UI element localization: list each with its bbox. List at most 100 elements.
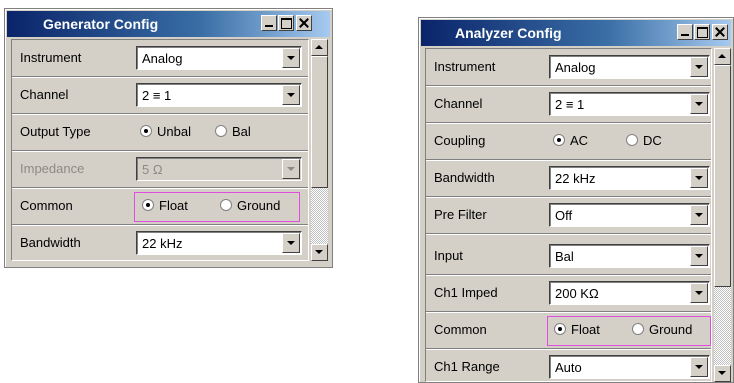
gen-row-bandwidth: Bandwidth 22 kHz xyxy=(12,225,308,260)
ana-bandwidth-select[interactable]: 22 kHz xyxy=(549,166,710,190)
ana-row-input: Input Bal xyxy=(426,238,711,275)
gen-instrument-value: Analog xyxy=(142,51,183,66)
radio-button-icon xyxy=(553,134,565,146)
gen-bandwidth-select[interactable]: 22 kHz xyxy=(136,231,302,255)
radio-button-icon xyxy=(142,199,154,211)
close-icon[interactable] xyxy=(296,15,312,31)
gen-impedance-value: 5 Ω xyxy=(142,162,163,177)
radio-button-icon xyxy=(554,323,566,335)
analyzer-title: Analyzer Config xyxy=(455,25,562,41)
ana-ch1-range-value: Auto xyxy=(555,360,582,375)
gen-impedance-label: Impedance xyxy=(20,161,85,176)
ana-channel-select[interactable]: 2 ≡ 1 xyxy=(549,92,710,116)
gen-bandwidth-label: Bandwidth xyxy=(20,235,81,250)
analyzer-config-window: Analyzer Config Instrument Analog Channe… xyxy=(418,17,734,383)
ana-row-ch1-imped: Ch1 Imped 200 KΩ xyxy=(426,275,711,312)
maximize-icon[interactable] xyxy=(694,24,710,40)
gen-channel-value: 2 ≡ 1 xyxy=(142,88,172,103)
ana-pre-filter-select[interactable]: Off xyxy=(549,203,710,227)
ana-ch1-imped-value: 200 KΩ xyxy=(555,286,599,301)
gen-scroll-thumb[interactable] xyxy=(311,56,328,188)
dropdown-arrow-icon[interactable] xyxy=(690,246,708,266)
generator-config-window: Generator Config Instrument Analog Chann… xyxy=(4,8,333,268)
ana-common-ground-radio[interactable]: Ground xyxy=(632,322,692,337)
dropdown-arrow-icon[interactable] xyxy=(690,205,708,225)
ana-row-channel: Channel 2 ≡ 1 xyxy=(426,86,711,123)
dropdown-arrow-icon[interactable] xyxy=(690,357,708,377)
scroll-up-icon[interactable] xyxy=(311,39,328,56)
ana-coupling-dc-label: DC xyxy=(643,133,662,148)
dropdown-arrow-icon[interactable] xyxy=(690,57,708,77)
scroll-down-icon[interactable] xyxy=(714,365,731,382)
ana-channel-label: Channel xyxy=(434,96,483,111)
ana-row-instrument: Instrument Analog xyxy=(426,49,711,86)
dropdown-arrow-icon[interactable] xyxy=(690,168,708,188)
ana-scroll-track[interactable] xyxy=(714,287,731,365)
radio-button-icon xyxy=(220,199,232,211)
maximize-icon[interactable] xyxy=(278,15,294,31)
ana-ch1-imped-label: Ch1 Imped xyxy=(434,285,498,300)
ana-scrollbar[interactable] xyxy=(714,48,731,382)
ana-pre-filter-value: Off xyxy=(555,208,573,223)
gen-common-ground-label: Ground xyxy=(237,198,281,213)
radio-button-icon xyxy=(140,125,152,137)
gen-impedance-select: 5 Ω xyxy=(136,157,302,181)
gen-channel-select[interactable]: 2 ≡ 1 xyxy=(136,83,302,107)
ana-pre-filter-label: Pre Filter xyxy=(434,207,487,222)
ana-common-ground-label: Ground xyxy=(649,322,693,337)
generator-panel: Instrument Analog Channel 2 ≡ 1 Output T… xyxy=(11,39,309,261)
ana-input-value: Bal xyxy=(555,249,574,264)
dropdown-arrow-icon[interactable] xyxy=(690,94,708,114)
gen-instrument-select[interactable]: Analog xyxy=(136,46,302,70)
ana-coupling-ac-radio[interactable]: AC xyxy=(553,133,588,148)
dropdown-arrow-icon xyxy=(282,159,300,179)
gen-row-impedance: Impedance 5 Ω xyxy=(12,151,308,188)
generator-title-bar[interactable]: Generator Config xyxy=(7,11,330,37)
radio-button-icon xyxy=(626,134,638,146)
ana-scroll-thumb[interactable] xyxy=(714,65,731,287)
close-icon[interactable] xyxy=(712,24,728,40)
ana-bandwidth-value: 22 kHz xyxy=(555,171,596,186)
scroll-down-icon[interactable] xyxy=(311,244,328,261)
ana-instrument-select[interactable]: Analog xyxy=(549,55,710,79)
minimize-icon[interactable] xyxy=(261,15,277,31)
ana-instrument-value: Analog xyxy=(555,60,596,75)
gen-row-output-type: Output Type Unbal Bal xyxy=(12,114,308,151)
gen-row-instrument: Instrument Analog xyxy=(12,40,308,77)
gen-channel-label: Channel xyxy=(20,87,69,102)
gen-row-channel: Channel 2 ≡ 1 xyxy=(12,77,308,114)
ana-coupling-ac-label: AC xyxy=(570,133,589,148)
gen-row-common: Common Float Ground xyxy=(12,188,308,225)
radio-button-icon xyxy=(632,323,644,335)
ana-instrument-label: Instrument xyxy=(434,59,496,74)
minimize-icon[interactable] xyxy=(677,24,693,40)
gen-output-type-label: Output Type xyxy=(20,124,91,139)
ana-common-float-radio[interactable]: Float xyxy=(554,322,600,337)
ana-ch1-range-select[interactable]: Auto xyxy=(549,355,710,379)
dropdown-arrow-icon[interactable] xyxy=(282,48,300,68)
ana-row-bandwidth: Bandwidth 22 kHz xyxy=(426,160,711,197)
gen-common-label: Common xyxy=(20,198,73,213)
ana-ch1-range-label: Ch1 Range xyxy=(434,359,500,374)
ana-input-select[interactable]: Bal xyxy=(549,244,710,268)
analyzer-title-bar[interactable]: Analyzer Config xyxy=(421,20,731,46)
ana-ch1-imped-select[interactable]: 200 KΩ xyxy=(549,281,710,305)
gen-scroll-track[interactable] xyxy=(311,188,328,244)
dropdown-arrow-icon[interactable] xyxy=(282,233,300,253)
dropdown-arrow-icon[interactable] xyxy=(282,85,300,105)
ana-channel-value: 2 ≡ 1 xyxy=(555,97,585,112)
ana-row-coupling: Coupling AC DC xyxy=(426,123,711,160)
gen-common-ground-radio[interactable]: Ground xyxy=(220,198,280,213)
scroll-up-icon[interactable] xyxy=(714,48,731,65)
dropdown-arrow-icon[interactable] xyxy=(690,283,708,303)
gen-scrollbar[interactable] xyxy=(311,39,328,261)
ana-common-label: Common xyxy=(434,322,487,337)
ana-bandwidth-label: Bandwidth xyxy=(434,170,495,185)
gen-output-bal-radio[interactable]: Bal xyxy=(215,124,251,139)
gen-output-unbal-label: Unbal xyxy=(157,124,191,139)
ana-row-pre-filter: Pre Filter Off xyxy=(426,197,711,234)
gen-output-unbal-radio[interactable]: Unbal xyxy=(140,124,191,139)
gen-instrument-label: Instrument xyxy=(20,50,82,65)
ana-coupling-dc-radio[interactable]: DC xyxy=(626,133,662,148)
gen-common-float-radio[interactable]: Float xyxy=(142,198,188,213)
